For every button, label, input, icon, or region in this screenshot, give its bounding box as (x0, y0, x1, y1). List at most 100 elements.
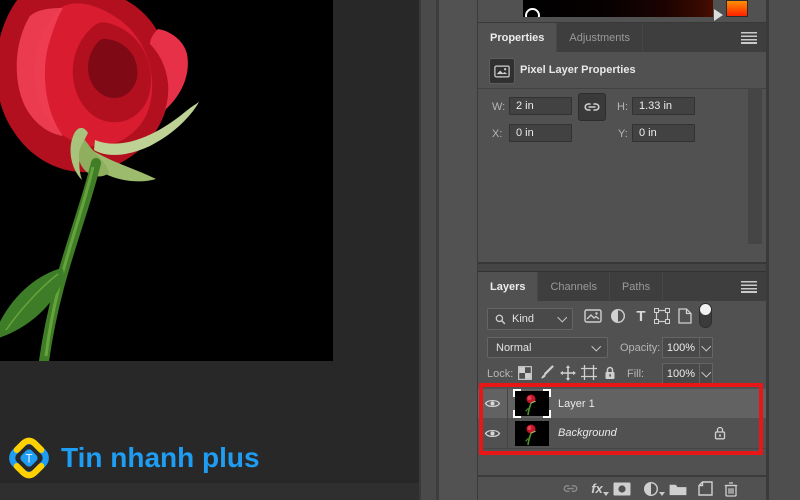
lock-row: Lock: Fill: 100% (478, 360, 766, 386)
workspace: T Tin nhanh plus (0, 0, 419, 500)
dock-strip (439, 0, 477, 500)
layer-row-layer1[interactable]: Layer 1 (478, 389, 766, 419)
x-input[interactable] (509, 124, 572, 142)
fx-icon: fx (591, 481, 603, 496)
add-layer-mask-button[interactable] (612, 480, 632, 497)
color-panel-bottom (478, 0, 766, 23)
color-field[interactable] (523, 0, 713, 17)
chain-link-icon (584, 103, 600, 111)
layer-list: Layer 1 Background (478, 388, 766, 455)
layer-row-background[interactable]: Background (478, 418, 766, 449)
y-input[interactable] (632, 124, 695, 142)
blend-row: Normal Opacity: 100% (478, 332, 766, 360)
flyout-triangle-icon (659, 492, 665, 496)
link-layers-button[interactable] (560, 480, 580, 497)
panel-dock: Properties Adjustments Pixel Layer Prope… (478, 0, 766, 500)
filter-pixel-layers-icon[interactable] (584, 307, 602, 325)
fill-control[interactable]: 100% (662, 363, 713, 384)
lock-all-icon[interactable] (601, 364, 618, 381)
scrollbar-thumb[interactable] (748, 88, 762, 244)
current-color-swatch[interactable] (726, 0, 748, 17)
lock-transparency-icon[interactable] (516, 364, 533, 381)
tab-channels[interactable]: Channels (538, 272, 610, 301)
layers-panel-menu-icon[interactable] (741, 281, 757, 293)
tab-adjustments[interactable]: Adjustments (557, 23, 643, 52)
opacity-control[interactable]: 100% (662, 337, 713, 358)
tab-adjustments-label: Adjustments (569, 31, 630, 44)
filter-adjustment-layers-icon[interactable] (609, 307, 627, 325)
color-slider-arrow-icon[interactable] (714, 9, 723, 21)
height-label: H: (617, 101, 628, 113)
new-adjustment-layer-button[interactable] (641, 480, 661, 497)
layer-name[interactable]: Background (558, 427, 617, 439)
lock-icon (714, 426, 726, 440)
chevron-down-icon (557, 312, 567, 323)
tab-properties[interactable]: Properties (478, 23, 558, 52)
fill-label: Fill: (627, 368, 645, 380)
document-canvas[interactable] (0, 0, 333, 361)
workspace-bottom-strip (0, 483, 419, 500)
layers-footer: fx (478, 477, 766, 500)
brand-name: Tin nhanh plus (61, 442, 260, 473)
color-picker-ring-icon[interactable] (525, 8, 540, 17)
tab-layers[interactable]: Layers (478, 272, 539, 301)
chevron-down-icon (591, 341, 601, 351)
properties-title: Pixel Layer Properties (520, 64, 636, 76)
width-input[interactable] (509, 97, 572, 115)
lock-artboard-icon[interactable] (580, 364, 597, 381)
layer-mask-icon (613, 482, 631, 495)
new-group-button[interactable] (668, 480, 688, 497)
tab-channels-label: Channels (550, 280, 597, 293)
properties-tabbar: Properties Adjustments (478, 23, 766, 52)
layer-thumbnail[interactable] (513, 389, 551, 418)
tab-paths[interactable]: Paths (610, 272, 664, 301)
panel-gap (478, 264, 766, 271)
watermark-brand: T Tin nhanh plus (6, 433, 260, 483)
visibility-toggle[interactable] (478, 418, 508, 448)
fill-dropdown-button[interactable] (699, 363, 713, 384)
photoshop-window: T Tin nhanh plus Properties Adjustments (0, 0, 800, 500)
x-label: X: (492, 128, 503, 140)
brand-logo-icon: T (9, 437, 49, 479)
flyout-triangle-icon (603, 492, 609, 496)
adjustment-circle-icon (643, 481, 659, 496)
lock-label: Lock: (487, 368, 514, 380)
filter-toggle-switch[interactable] (699, 303, 712, 328)
blend-mode-value: Normal (496, 341, 532, 354)
right-gutter (769, 0, 800, 500)
lock-image-brush-icon[interactable] (538, 364, 555, 381)
tab-layers-label: Layers (490, 280, 526, 293)
delete-layer-button[interactable] (721, 480, 741, 497)
chain-link-icon (563, 485, 577, 492)
search-icon (495, 314, 506, 324)
tab-properties-label: Properties (490, 31, 545, 44)
layer-thumbnail[interactable] (515, 420, 549, 446)
visibility-toggle[interactable] (478, 389, 508, 418)
filter-kind-dropdown[interactable]: Kind (487, 308, 573, 330)
layer-name[interactable]: Layer 1 (558, 398, 595, 410)
svg-text:T: T (25, 453, 32, 465)
eye-icon (484, 399, 501, 408)
opacity-dropdown-button[interactable] (699, 337, 713, 358)
link-dimensions-button[interactable] (578, 93, 606, 121)
height-input[interactable] (632, 97, 695, 115)
filter-shape-layers-icon[interactable] (653, 307, 671, 325)
new-page-icon (697, 481, 713, 496)
new-layer-button[interactable] (695, 480, 715, 497)
properties-header: Pixel Layer Properties (478, 52, 766, 89)
lock-position-move-icon[interactable] (559, 364, 576, 381)
properties-panel-menu-icon[interactable] (741, 32, 757, 44)
fill-value[interactable]: 100% (662, 363, 699, 384)
filter-smart-objects-icon[interactable] (676, 307, 694, 325)
rose-image (0, 0, 199, 361)
background-lock-badge (714, 426, 726, 440)
layers-filter-row: Kind T (478, 300, 766, 332)
filter-type-layers-icon[interactable]: T (632, 307, 650, 325)
opacity-value[interactable]: 100% (662, 337, 699, 358)
y-label: Y: (618, 128, 628, 140)
width-label: W: (492, 101, 506, 113)
pixel-layer-icon (489, 58, 515, 84)
trash-icon (724, 481, 738, 497)
blend-mode-dropdown[interactable]: Normal (487, 337, 608, 358)
folder-icon (669, 484, 687, 495)
